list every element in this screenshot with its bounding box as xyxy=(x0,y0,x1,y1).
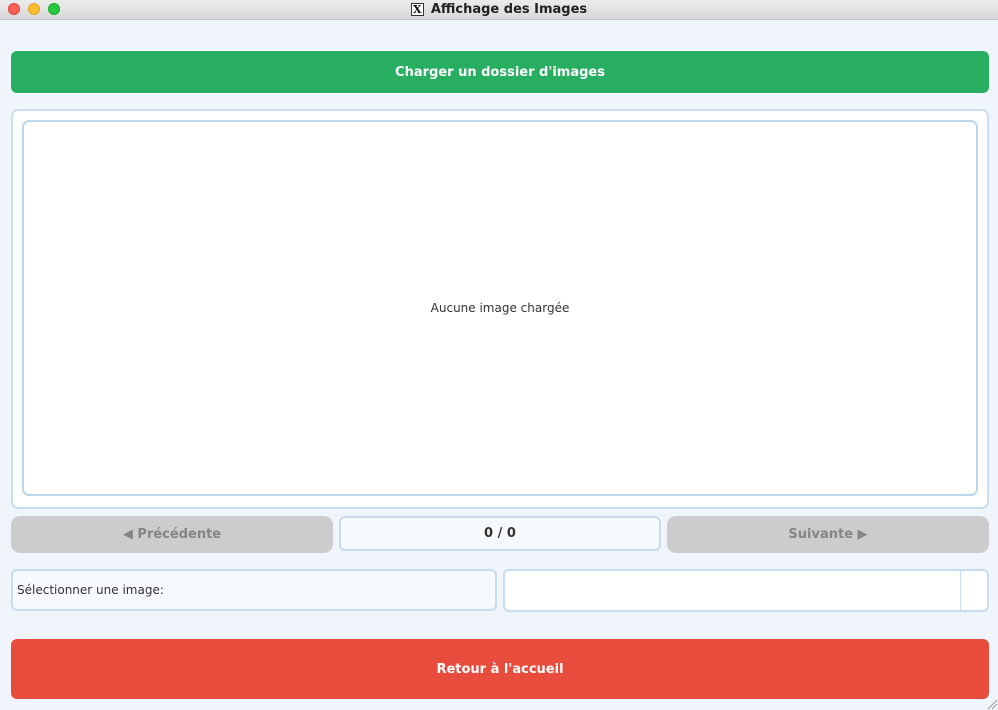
x11-icon: X xyxy=(410,3,424,16)
select-image-label-box: Sélectionner une image: xyxy=(11,569,497,611)
no-image-text: Aucune image chargée xyxy=(430,301,570,315)
previous-button[interactable]: ◀ Précédente xyxy=(11,516,333,553)
next-label: Suivante ▶ xyxy=(788,527,868,542)
image-display: Aucune image chargée xyxy=(22,120,978,496)
counter-text: 0 / 0 xyxy=(484,526,516,541)
return-home-button[interactable]: Retour à l'accueil xyxy=(11,639,989,699)
title-bar[interactable]: X Affichage des Images xyxy=(0,0,998,20)
chevron-down-icon[interactable] xyxy=(961,571,987,610)
load-folder-button[interactable]: Charger un dossier d'images xyxy=(11,51,989,93)
return-home-label: Retour à l'accueil xyxy=(436,661,564,677)
resize-grip-icon[interactable] xyxy=(986,698,998,710)
window-title: Affichage des Images xyxy=(430,2,588,17)
title-wrap: X Affichage des Images xyxy=(0,0,998,19)
previous-label: ◀ Précédente xyxy=(122,527,222,542)
next-button[interactable]: Suivante ▶ xyxy=(667,516,989,553)
app-window: X Affichage des Images Charger un dossie… xyxy=(0,0,998,710)
select-image-label: Sélectionner une image: xyxy=(17,583,164,597)
load-folder-label: Charger un dossier d'images xyxy=(395,64,605,80)
image-select-dropdown[interactable] xyxy=(503,569,989,612)
image-counter: 0 / 0 xyxy=(339,516,661,551)
